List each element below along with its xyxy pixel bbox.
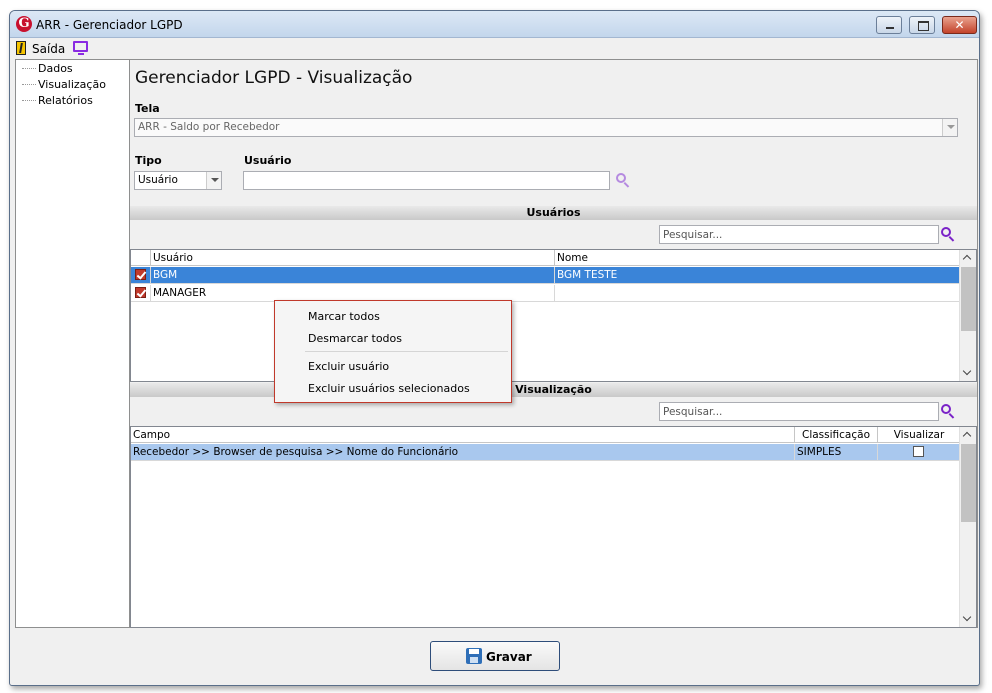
usuarios-search-field[interactable]: [660, 226, 938, 243]
search-icon[interactable]: [615, 172, 631, 188]
maximize-button[interactable]: [909, 16, 935, 34]
context-menu: Marcar todos Desmarcar todos Excluir usu…: [274, 300, 512, 403]
visualizacao-scrollbar[interactable]: [959, 427, 976, 627]
tipo-label: Tipo: [135, 154, 162, 167]
minimize-button[interactable]: [876, 16, 902, 34]
menu-item-excluir-usuarios-selecionados[interactable]: Excluir usuários selecionados: [308, 382, 470, 395]
nome-cell: [555, 285, 960, 301]
table-row[interactable]: MANAGER: [131, 285, 961, 302]
tree-item-label: Relatórios: [38, 94, 93, 107]
tree-connector: [22, 84, 36, 85]
chevron-down-icon: [206, 172, 221, 189]
tree-item-label: Dados: [38, 62, 73, 75]
usuarios-grid: Usuário Nome BGM BGM TESTE MANAGER: [130, 249, 977, 382]
usuario-cell: MANAGER: [151, 285, 555, 301]
exit-door-icon[interactable]: [16, 41, 26, 55]
visualizacao-search-field[interactable]: [660, 403, 938, 420]
column-header-classificacao[interactable]: Classificação: [795, 427, 878, 443]
usuario-label: Usuário: [244, 154, 292, 167]
row-checkbox-cell: [131, 285, 151, 301]
tree-connector: [22, 100, 36, 101]
row-checkbox[interactable]: [135, 269, 146, 280]
main-panel: Gerenciador LGPD - Visualização Tela ARR…: [130, 59, 978, 628]
usuarios-search-input[interactable]: [659, 225, 939, 244]
page-title: Gerenciador LGPD - Visualização: [135, 68, 413, 88]
usuario-input[interactable]: [243, 171, 610, 190]
scroll-thumb[interactable]: [961, 444, 976, 522]
usuario-input-field[interactable]: [244, 172, 609, 189]
floppy-disk-icon: [466, 648, 482, 664]
column-header-nome[interactable]: Nome: [555, 250, 960, 266]
tree-item-visualizacao[interactable]: Visualização: [16, 78, 126, 92]
scroll-up-icon[interactable]: [960, 427, 976, 443]
visualizacao-grid-header: Campo Classificação Visualizar: [131, 427, 961, 443]
saida-button[interactable]: Saída: [32, 42, 65, 56]
visualizar-checkbox[interactable]: [913, 446, 924, 457]
tela-select[interactable]: ARR - Saldo por Recebedor: [134, 118, 958, 137]
monitor-icon[interactable]: [73, 41, 88, 55]
scroll-down-icon[interactable]: [960, 365, 976, 381]
tree-item-dados[interactable]: Dados: [16, 62, 126, 76]
column-header-campo[interactable]: Campo: [131, 427, 795, 443]
classificacao-cell: SIMPLES: [795, 444, 878, 460]
usuarios-scrollbar[interactable]: [959, 250, 976, 381]
visualizacao-grid: Campo Classificação Visualizar Recebedor…: [130, 426, 977, 628]
table-row[interactable]: Recebedor >> Browser de pesquisa >> Nome…: [131, 444, 961, 461]
search-icon[interactable]: [940, 403, 956, 419]
scroll-down-icon[interactable]: [960, 611, 976, 627]
gravar-button[interactable]: Gravar: [430, 641, 560, 671]
app-logo-icon: G: [16, 16, 32, 32]
visualizacao-search-input[interactable]: [659, 402, 939, 421]
tipo-select-value: Usuário: [138, 174, 178, 186]
usuario-cell: BGM: [151, 267, 555, 283]
column-header-visualizar[interactable]: Visualizar: [878, 427, 960, 443]
tree-item-relatorios[interactable]: Relatórios: [16, 94, 126, 108]
gravar-button-label: Gravar: [486, 650, 532, 664]
chevron-down-icon: [942, 119, 957, 136]
usuarios-section-header: Usuários: [130, 206, 977, 220]
navigation-tree: Dados Visualização Relatórios: [15, 59, 130, 628]
row-checkbox-cell: [131, 267, 151, 283]
tela-label: Tela: [135, 102, 160, 115]
row-checkbox[interactable]: [135, 287, 146, 298]
menu-item-desmarcar-todos[interactable]: Desmarcar todos: [308, 332, 402, 345]
menu-item-marcar-todos[interactable]: Marcar todos: [308, 310, 380, 323]
visualizar-cell: [878, 444, 960, 460]
visualizacao-section-header: Visualização: [130, 383, 977, 397]
toolbar: Saída: [10, 38, 979, 58]
campo-cell: Recebedor >> Browser de pesquisa >> Nome…: [131, 444, 795, 460]
table-row[interactable]: BGM BGM TESTE: [131, 267, 961, 284]
search-icon[interactable]: [940, 226, 956, 242]
usuarios-grid-header: Usuário Nome: [131, 250, 961, 266]
menu-item-excluir-usuario[interactable]: Excluir usuário: [308, 360, 389, 373]
close-button[interactable]: ✕: [942, 16, 977, 34]
nome-cell: BGM TESTE: [557, 269, 618, 281]
window-title: ARR - Gerenciador LGPD: [36, 18, 183, 32]
close-icon: ✕: [954, 18, 965, 32]
scroll-up-icon[interactable]: [960, 250, 976, 266]
tela-select-value: ARR - Saldo por Recebedor: [138, 121, 280, 133]
column-header-usuario[interactable]: Usuário: [151, 250, 555, 266]
menu-separator: [305, 351, 508, 352]
tree-connector: [22, 68, 36, 69]
title-bar: G ARR - Gerenciador LGPD ✕: [10, 11, 979, 38]
tipo-select[interactable]: Usuário: [134, 171, 222, 190]
tree-item-label: Visualização: [38, 78, 106, 91]
checkbox-column-header: [131, 250, 151, 266]
scroll-thumb[interactable]: [961, 267, 976, 331]
